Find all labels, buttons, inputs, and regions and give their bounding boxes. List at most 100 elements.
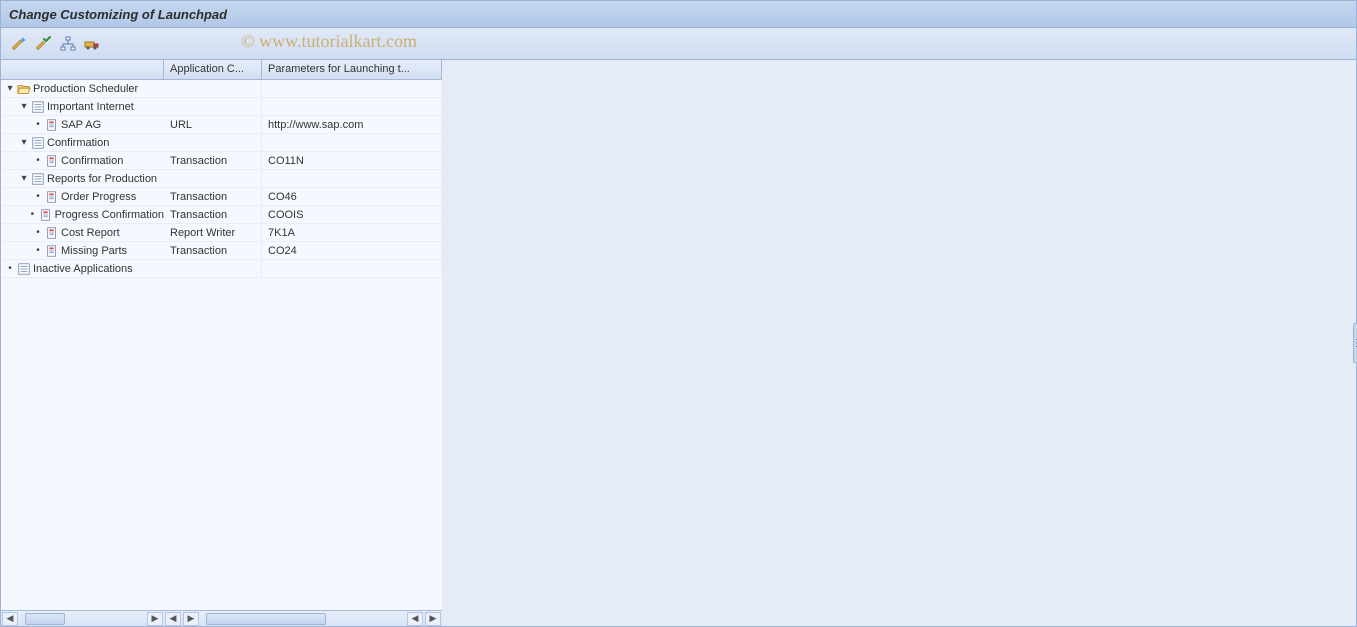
bullet-icon: • bbox=[33, 191, 43, 202]
collapse-icon[interactable]: ▾ bbox=[5, 83, 15, 94]
cell-params: COOIS bbox=[262, 206, 442, 224]
cell-app-category bbox=[164, 170, 262, 188]
hierarchy-icon[interactable] bbox=[59, 35, 77, 53]
cell-app-category bbox=[164, 98, 262, 116]
splitter-handle[interactable] bbox=[1353, 323, 1357, 363]
cell-params bbox=[262, 80, 442, 98]
grid-row[interactable]: TransactionCO24 bbox=[164, 242, 442, 260]
collapse-icon[interactable]: ▾ bbox=[19, 137, 29, 148]
tree-row[interactable]: • SAP AG bbox=[1, 116, 164, 134]
tree-row[interactable]: •Missing Parts bbox=[1, 242, 164, 260]
grid-row[interactable]: TransactionCO11N bbox=[164, 152, 442, 170]
title-bar: Change Customizing of Launchpad bbox=[0, 0, 1357, 28]
grid-row[interactable] bbox=[164, 134, 442, 152]
collapse-icon[interactable]: ▾ bbox=[19, 101, 29, 112]
cell-app-category: Report Writer bbox=[164, 224, 262, 242]
tree-header-row bbox=[1, 60, 164, 80]
list-icon bbox=[31, 100, 45, 114]
watermark: © www.tutorialkart.com bbox=[241, 31, 417, 52]
list-icon bbox=[31, 172, 45, 186]
collapse-icon[interactable]: ▾ bbox=[19, 173, 29, 184]
tree-item-label: Inactive Applications bbox=[33, 263, 133, 275]
doc-link-icon bbox=[45, 190, 59, 204]
cell-params bbox=[262, 98, 442, 116]
tree-rows: ▾ Production Scheduler ▾ Important Internet… bbox=[1, 80, 164, 610]
scroll-left-icon[interactable]: ◀ bbox=[407, 612, 423, 626]
grid-header-row: Application C... Parameters for Launchin… bbox=[164, 60, 442, 80]
grid-row[interactable] bbox=[164, 170, 442, 188]
cell-app-category: Transaction bbox=[164, 206, 262, 224]
tree-row[interactable]: ▾ Production Scheduler bbox=[1, 80, 164, 98]
list-icon bbox=[17, 262, 31, 276]
tree-row[interactable]: • Order Progress bbox=[1, 188, 164, 206]
folder-open-icon bbox=[17, 82, 31, 96]
cell-app-category bbox=[164, 80, 262, 98]
doc-link-icon bbox=[45, 154, 59, 168]
doc-link-icon bbox=[45, 244, 59, 258]
tree-item-label: Production Scheduler bbox=[33, 83, 138, 95]
tree-row[interactable]: ▾ Important Internet bbox=[1, 98, 164, 116]
tree-header[interactable] bbox=[1, 60, 164, 79]
scroll-track[interactable] bbox=[21, 613, 144, 625]
wand-icon[interactable] bbox=[11, 35, 29, 53]
cell-app-category: URL bbox=[164, 116, 262, 134]
cell-params: 7K1A bbox=[262, 224, 442, 242]
tree-item-label: Important Internet bbox=[47, 101, 134, 113]
grid-row[interactable]: Report Writer7K1A bbox=[164, 224, 442, 242]
col-params[interactable]: Parameters for Launching t... bbox=[262, 60, 442, 79]
cell-params bbox=[262, 260, 442, 278]
transport-icon[interactable] bbox=[83, 35, 101, 53]
scroll-left-icon[interactable]: ◀ bbox=[2, 612, 18, 626]
bullet-icon: • bbox=[33, 227, 43, 238]
empty-panel bbox=[442, 60, 1356, 626]
list-icon bbox=[31, 136, 45, 150]
tree-item-label: Cost Report bbox=[61, 227, 120, 239]
scroll-thumb[interactable] bbox=[25, 613, 65, 625]
doc-link-icon bbox=[39, 208, 53, 222]
bullet-icon: • bbox=[33, 155, 43, 166]
scroll-thumb[interactable] bbox=[206, 613, 326, 625]
doc-link-icon bbox=[45, 226, 59, 240]
grid-row[interactable]: URLhttp://www.sap.com bbox=[164, 116, 442, 134]
tree-item-label: Confirmation bbox=[61, 155, 123, 167]
col-app-category[interactable]: Application C... bbox=[164, 60, 262, 79]
cell-params: http://www.sap.com bbox=[262, 116, 442, 134]
tree-hscroll: ◀ ▶ bbox=[1, 610, 164, 626]
tree-item-label: Order Progress bbox=[61, 191, 136, 203]
tree-row[interactable]: ▾ Confirmation bbox=[1, 134, 164, 152]
tree-row[interactable]: •Progress Confirmation bbox=[1, 206, 164, 224]
bullet-icon: • bbox=[33, 245, 43, 256]
cell-app-category: Transaction bbox=[164, 188, 262, 206]
cell-params: CO11N bbox=[262, 152, 442, 170]
grid-panel: Application C... Parameters for Launchin… bbox=[164, 60, 442, 626]
tree-row[interactable]: • Cost Report bbox=[1, 224, 164, 242]
main-area: ▾ Production Scheduler ▾ Important Internet… bbox=[0, 60, 1357, 627]
scroll-track[interactable] bbox=[202, 613, 404, 625]
cell-params: CO24 bbox=[262, 242, 442, 260]
tree-item-label: Reports for Production bbox=[47, 173, 157, 185]
cell-params bbox=[262, 170, 442, 188]
grid-row[interactable]: TransactionCOOIS bbox=[164, 206, 442, 224]
cell-app-category: Transaction bbox=[164, 242, 262, 260]
grid-row[interactable] bbox=[164, 260, 442, 278]
grid-row[interactable] bbox=[164, 80, 442, 98]
grid-row[interactable]: TransactionCO46 bbox=[164, 188, 442, 206]
page-title: Change Customizing of Launchpad bbox=[9, 7, 227, 22]
grid-row[interactable] bbox=[164, 98, 442, 116]
tree-item-label: SAP AG bbox=[61, 119, 101, 131]
scroll-right-icon[interactable]: ▶ bbox=[425, 612, 441, 626]
tree-row[interactable]: •Inactive Applications bbox=[1, 260, 164, 278]
bullet-icon: • bbox=[33, 119, 43, 130]
tree-row[interactable]: • Confirmation bbox=[1, 152, 164, 170]
tree-panel: ▾ Production Scheduler ▾ Important Internet… bbox=[1, 60, 164, 626]
cell-app-category: Transaction bbox=[164, 152, 262, 170]
scroll-right-icon[interactable]: ▶ bbox=[183, 612, 199, 626]
wand-check-icon[interactable] bbox=[35, 35, 53, 53]
grid-hscroll: ◀ ▶ ◀ ▶ bbox=[164, 610, 442, 626]
scroll-right-icon[interactable]: ▶ bbox=[147, 612, 163, 626]
scroll-left-icon[interactable]: ◀ bbox=[165, 612, 181, 626]
tree-row[interactable]: ▾ Reports for Production bbox=[1, 170, 164, 188]
tree-item-label: Confirmation bbox=[47, 137, 109, 149]
toolbar: © www.tutorialkart.com bbox=[0, 28, 1357, 60]
bullet-icon: • bbox=[28, 209, 36, 220]
